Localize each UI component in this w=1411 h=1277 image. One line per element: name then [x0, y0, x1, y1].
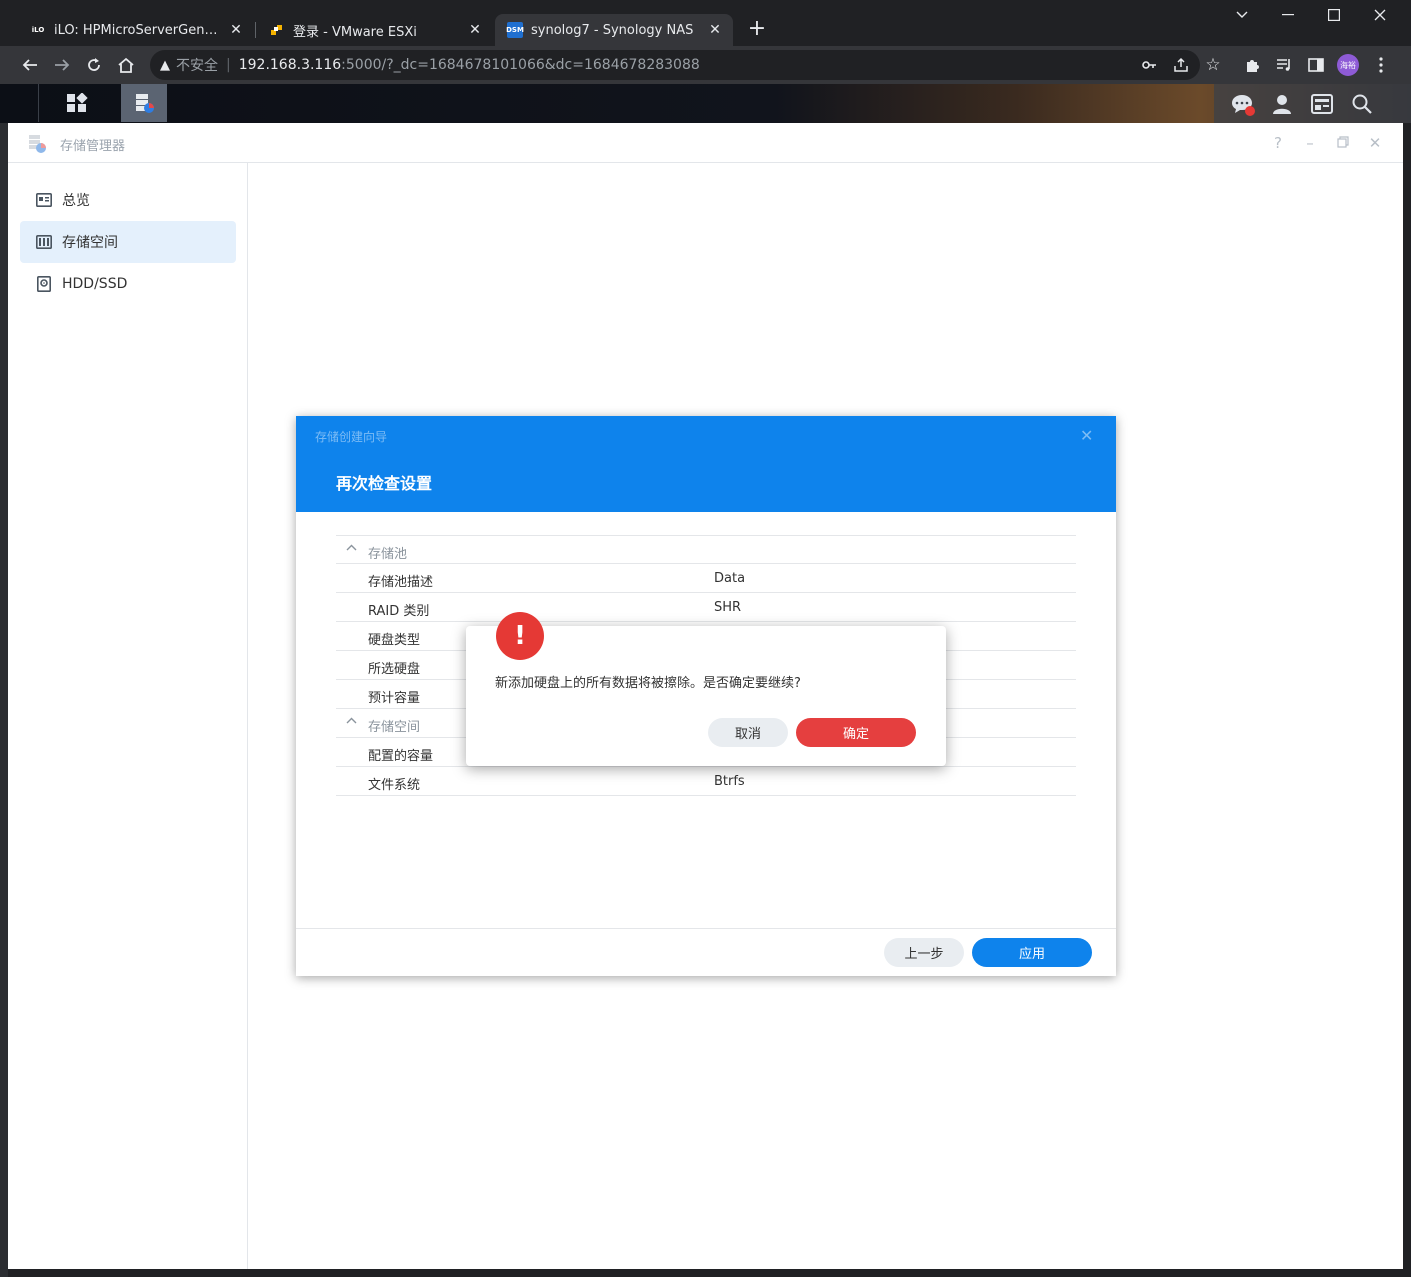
security-status: 不安全 [176, 58, 218, 74]
tab-vmware[interactable]: 登录 - VMware ESXi ✕ [257, 14, 493, 46]
tab-synology[interactable]: DSM synolog7 - Synology NAS ✕ [495, 14, 733, 46]
row-key: 配置的容量 [368, 749, 434, 764]
row-value: Data [714, 571, 746, 586]
sidebar-item-storage[interactable]: 存储空间 [20, 221, 236, 263]
dsm-favicon-icon: DSM [506, 22, 524, 38]
bookmark-star-icon[interactable]: ☆ [1200, 52, 1226, 78]
sidebar-item-overview[interactable]: 总览 [20, 179, 236, 221]
reload-icon[interactable] [81, 52, 107, 78]
desktop-edge [0, 123, 8, 1277]
profile-avatar[interactable]: 海裕 [1337, 54, 1359, 76]
tab-search-chevron-icon[interactable] [1219, 0, 1265, 30]
app-title: 存储管理器 [60, 139, 126, 154]
row-key: 文件系统 [368, 778, 421, 793]
sidebar-item-label: 存储空间 [62, 235, 118, 251]
back-icon[interactable] [17, 52, 43, 78]
sidebar-item-label: HDD/SSD [62, 276, 128, 292]
restore-app-icon[interactable] [1333, 133, 1353, 153]
main-menu-grid-icon[interactable] [54, 84, 100, 122]
row-key: 预计容量 [368, 691, 421, 706]
tab-close-icon[interactable]: ✕ [228, 22, 244, 38]
row-key: RAID 类别 [368, 604, 430, 619]
storage-manager-app-icon [26, 133, 48, 155]
vmware-favicon-icon [269, 22, 285, 38]
table-row: RAID 类别 SHR [336, 593, 1076, 622]
section-label: 存储池 [368, 547, 408, 562]
section-label: 存储空间 [368, 720, 421, 735]
address-bar[interactable]: ▲ 不安全 | 192.168.3.116 :5000/?_dc=1684678… [150, 50, 1200, 80]
apply-button[interactable]: 应用 [972, 938, 1092, 967]
search-icon[interactable] [1348, 90, 1376, 118]
hard-disk-icon [36, 276, 52, 292]
tab-title: 登录 - VMware ESXi [293, 24, 417, 40]
key-icon[interactable] [1136, 52, 1162, 78]
browser-tab-bar: iLO iLO: HPMicroServerGen8ESXi - iLO ✕ 登… [0, 0, 1411, 46]
app-titlebar: 存储管理器 ? – ✕ [8, 123, 1403, 163]
sidebar-item-hdd-ssd[interactable]: HDD/SSD [20, 263, 236, 305]
new-tab-icon[interactable]: + [745, 17, 769, 41]
warning-triangle-icon: ▲ [160, 57, 170, 73]
forward-icon[interactable] [49, 52, 75, 78]
sidebar: 总览 存储空间 HDD/SSD [8, 163, 248, 1269]
wizard-header: 存储创建向导 再次检查设置 ✕ [296, 416, 1116, 512]
dsm-tray [1214, 84, 1411, 123]
wizard-close-icon[interactable]: ✕ [1080, 426, 1093, 445]
widgets-panel-icon[interactable] [1308, 90, 1336, 118]
user-account-icon[interactable] [1268, 90, 1296, 118]
row-key: 硬盘类型 [368, 633, 421, 648]
cancel-button[interactable]: 取消 [708, 718, 788, 747]
row-key: 所选硬盘 [368, 662, 421, 677]
overview-icon [36, 192, 52, 208]
chevron-up-icon [346, 541, 358, 553]
confirm-message: 新添加硬盘上的所有数据将被擦除。是否确定要继续? [495, 676, 801, 691]
tab-close-icon[interactable]: ✕ [707, 22, 723, 38]
side-panel-icon[interactable] [1303, 52, 1329, 78]
close-app-icon[interactable]: ✕ [1365, 133, 1385, 153]
alert-exclamation-icon: ! [496, 612, 544, 660]
tab-title: synolog7 - Synology NAS [531, 22, 694, 38]
table-row: 存储池描述 Data [336, 564, 1076, 593]
reading-list-icon[interactable] [1271, 52, 1297, 78]
storage-pool-icon [36, 234, 52, 250]
storage-manager-taskbar-icon[interactable] [121, 84, 167, 122]
notification-badge [1245, 106, 1255, 116]
minimize-window-icon[interactable] [1265, 0, 1311, 30]
table-row: 文件系统 Btrfs [336, 767, 1076, 796]
chevron-up-icon [346, 714, 358, 726]
url-path: :5000/?_dc=1684678101066&dc=168467828308… [341, 57, 700, 73]
back-button[interactable]: 上一步 [884, 938, 964, 967]
sidebar-item-label: 总览 [62, 193, 90, 209]
ilo-favicon-icon: iLO [31, 26, 45, 34]
section-header-storage-pool[interactable]: 存储池 [336, 535, 1076, 564]
row-value: Btrfs [714, 774, 745, 789]
tab-title: iLO: HPMicroServerGen8ESXi - iLO [54, 22, 222, 38]
tab-close-icon[interactable]: ✕ [467, 22, 483, 38]
home-icon[interactable] [113, 52, 139, 78]
wizard-footer: 上一步 应用 [296, 928, 1116, 976]
share-icon[interactable] [1168, 52, 1194, 78]
extensions-puzzle-icon[interactable] [1239, 52, 1265, 78]
close-window-icon[interactable] [1357, 0, 1403, 30]
row-key: 存储池描述 [368, 575, 434, 590]
browser-toolbar: ▲ 不安全 | 192.168.3.116 :5000/?_dc=1684678… [0, 46, 1411, 84]
maximize-window-icon[interactable] [1311, 0, 1357, 30]
wizard-subtitle: 存储创建向导 [315, 430, 388, 444]
tab-ilo[interactable]: iLO iLO: HPMicroServerGen8ESXi - iLO ✕ [18, 14, 254, 46]
minimize-app-icon[interactable]: – [1300, 133, 1320, 153]
wizard-title: 再次检查设置 [336, 474, 433, 493]
confirm-button[interactable]: 确定 [796, 718, 916, 747]
more-menu-icon[interactable] [1368, 52, 1394, 78]
url-host: 192.168.3.116 [238, 57, 342, 73]
dsm-taskbar [0, 84, 1411, 123]
tab-separator [255, 22, 256, 38]
help-icon[interactable]: ? [1268, 133, 1288, 153]
row-value: SHR [714, 600, 742, 615]
